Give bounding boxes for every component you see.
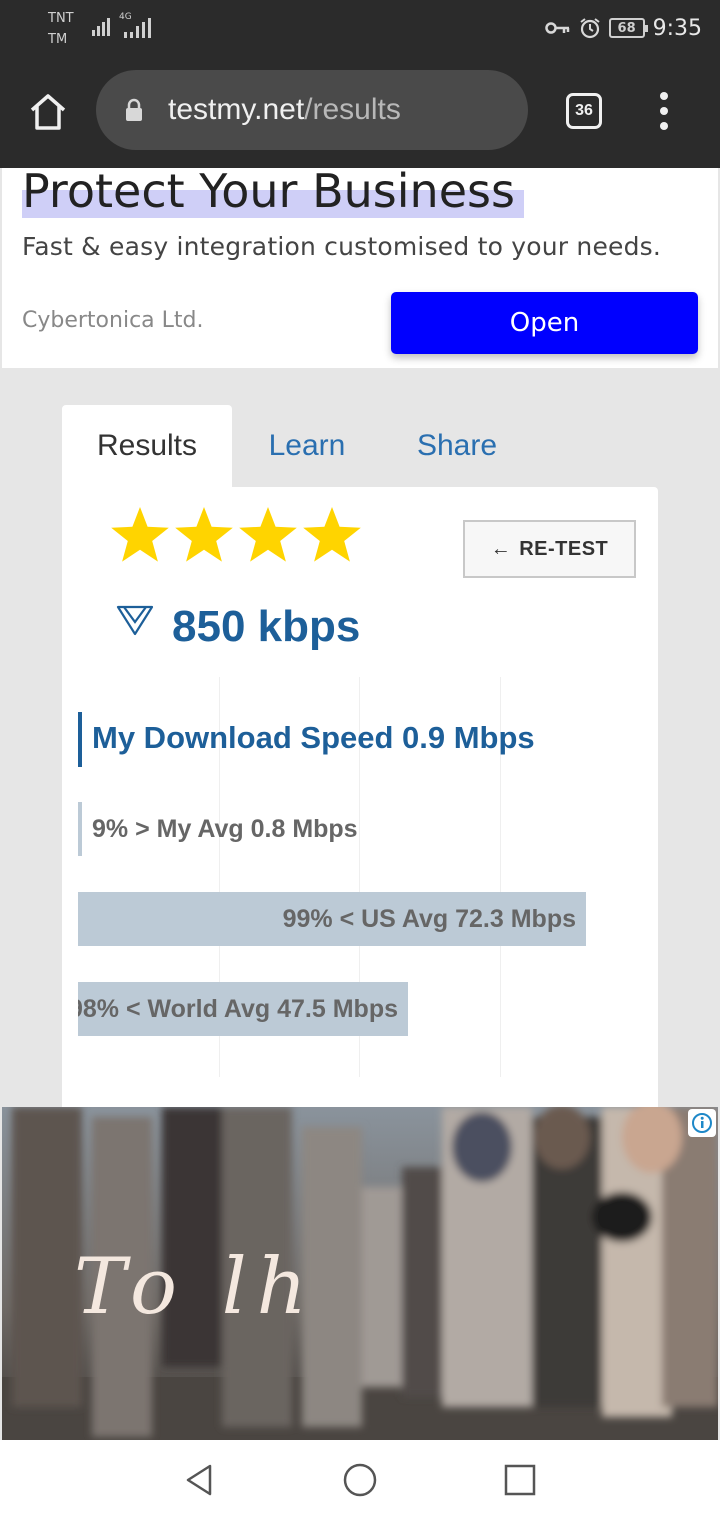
tab-switcher-button[interactable]: 36	[566, 93, 602, 129]
results-card: ← RE-TEST 850 kbps My Download Speed 0.9…	[62, 487, 658, 1107]
carrier-name: TNT TM	[48, 11, 74, 47]
recents-square-icon[interactable]	[502, 1462, 538, 1498]
signal-icon	[124, 18, 151, 38]
comparison-row-us-avg: 99% < US Avg 72.3 Mbps	[78, 892, 586, 946]
tab-share[interactable]: Share	[382, 405, 532, 487]
key-icon	[544, 22, 569, 34]
tab-results[interactable]: Results	[62, 405, 232, 487]
ad-headline: Protect Your Business	[22, 164, 515, 218]
ad-open-button[interactable]: Open	[391, 292, 698, 354]
arrow-left-icon: ←	[490, 537, 512, 560]
star-icon	[175, 507, 233, 562]
comparison-label: 98% < World Avg 47.5 Mbps	[78, 995, 398, 1023]
url-path: /results	[304, 93, 401, 126]
star-icon	[239, 507, 297, 562]
ad-overlay-text: To lh	[74, 1242, 317, 1332]
retest-button[interactable]: ← RE-TEST	[463, 520, 636, 578]
star-icon	[111, 507, 169, 562]
download-speed-label: My Download Speed 0.9 Mbps	[92, 720, 535, 755]
address-bar[interactable]: testmy.net/results	[96, 70, 528, 150]
lock-icon	[126, 98, 142, 121]
star-icon	[303, 507, 361, 562]
url-text[interactable]: testmy.net/results	[168, 93, 401, 127]
tab-learn[interactable]: Learn	[232, 405, 382, 487]
clock: 9:35	[652, 15, 702, 41]
status-bar: TNT TM 4G 68 9:35	[0, 0, 720, 56]
retest-label: RE-TEST	[519, 537, 609, 560]
system-nav-bar	[0, 1440, 720, 1520]
download-arrow-icon	[116, 605, 154, 636]
browser-toolbar: testmy.net/results 36	[0, 56, 720, 168]
speed-value: 850 kbps	[172, 602, 361, 651]
video-ad[interactable]: To lh	[2, 1107, 718, 1440]
download-accent-bar	[78, 712, 82, 767]
star-rating	[110, 505, 362, 565]
signal-icon	[92, 18, 110, 36]
home-circle-icon[interactable]	[342, 1462, 378, 1498]
info-icon[interactable]	[688, 1109, 716, 1137]
comparison-label: 9% > My Avg 0.8 Mbps	[92, 815, 358, 843]
banner-ad[interactable]: Protect Your Business Fast & easy integr…	[2, 168, 718, 368]
url-host: testmy.net	[168, 93, 305, 126]
alarm-icon	[579, 18, 600, 39]
home-icon[interactable]	[26, 90, 70, 134]
ad-company: Cybertonica Ltd.	[22, 308, 204, 333]
back-triangle-icon[interactable]	[182, 1462, 218, 1498]
comparison-row-world-avg: 98% < World Avg 47.5 Mbps	[78, 982, 408, 1036]
comparison-label: 99% < US Avg 72.3 Mbps	[282, 905, 576, 933]
overflow-menu-icon[interactable]	[654, 92, 674, 132]
battery-icon: 68	[608, 18, 648, 38]
ad-subtitle: Fast & easy integration customised to yo…	[22, 232, 662, 261]
